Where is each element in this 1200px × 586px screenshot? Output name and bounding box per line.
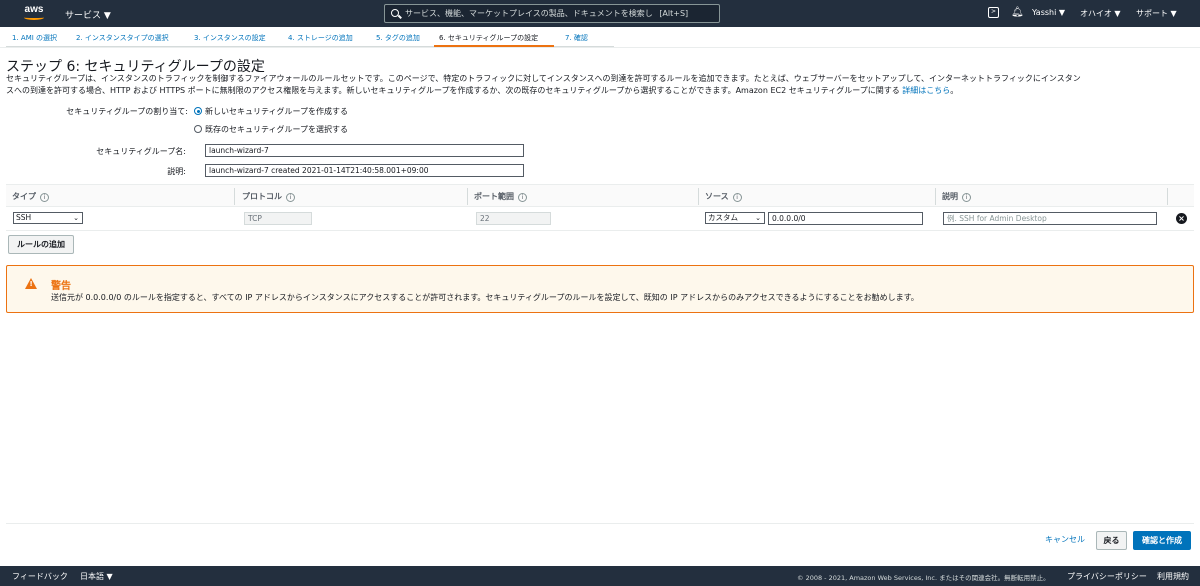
protocol-field: TCP [244,212,312,225]
copyright-text: © 2008 - 2021, Amazon Web Services, Inc.… [797,574,1050,582]
step-1-tab[interactable]: 1. AMI の選択 [12,33,57,43]
feedback-link[interactable]: フィードバック [12,571,68,582]
header-description-label: 説明 [942,192,958,201]
services-menu[interactable]: サービス ▼ [65,8,111,21]
review-and-launch-button[interactable]: 確認と作成 [1133,531,1191,550]
header-type-label: タイプ [12,192,36,201]
search-input[interactable]: サービス、機能、マーケットプレイスの製品、ドキュメントを検索し [Alt+S] [384,4,720,23]
cancel-button[interactable]: キャンセル [1040,531,1090,550]
bell-icon[interactable]: 🔔︎ [1011,7,1024,18]
source-cidr-input[interactable]: 0.0.0.0/0 [768,212,923,225]
search-icon [391,9,399,17]
description-line-2: スへの到達を許可する場合、HTTP および HTTPS ポートに無制限のアクセス… [6,85,1194,97]
header-protocol-label: プロトコル [242,192,282,201]
active-step-indicator [434,45,554,47]
radio-existing-group[interactable]: 既存のセキュリティグループを選択する [194,124,348,135]
group-name-label: セキュリティグループ名: [96,147,186,156]
step-4-tab[interactable]: 4. ストレージの追加 [288,33,353,43]
search-placeholder: サービス、機能、マーケットプレイスの製品、ドキュメントを検索し [405,9,653,18]
column-divider [698,188,699,205]
column-divider [234,188,235,205]
terminal-icon[interactable]: > [988,7,999,18]
step-3-tab[interactable]: 3. インスタンスの設定 [194,33,266,43]
aws-smile-icon [24,15,44,20]
header-protocol[interactable]: プロトコル i [242,191,295,202]
type-select[interactable]: SSH ⌄ [13,212,83,224]
privacy-link[interactable]: プライバシーポリシー [1067,571,1147,582]
chevron-down-icon: ⌄ [755,214,761,222]
aws-logo-text: aws [24,4,44,15]
description-line-2-text: スへの到達を許可する場合、HTTP および HTTPS ポートに無制限のアクセス… [6,86,903,95]
header-port-label: ポート範囲 [474,192,514,201]
column-divider [935,188,936,205]
info-icon[interactable]: i [518,193,527,202]
header-description[interactable]: 説明 i [942,191,971,202]
step-7-tab[interactable]: 7. 確認 [565,33,588,43]
wizard-steps: 1. AMI の選択 2. インスタンスタイプの選択 3. インスタンスの設定 … [0,27,1200,48]
warning-alert: ! 警告 送信元が 0.0.0.0/0 のルールを指定すると、すべての IP ア… [6,265,1194,313]
assign-label: セキュリティグループの割り当て: [66,107,188,116]
learn-more-link[interactable]: 詳細はこちら [902,86,950,95]
warning-title: 警告 [51,281,71,292]
source-type-select[interactable]: カスタム ⌄ [705,212,765,224]
region-menu[interactable]: オハイオ ▼ [1080,8,1121,19]
header-port-range[interactable]: ポート範囲 i [474,191,527,202]
description-end: 。 [950,86,959,95]
port-range-field: 22 [476,212,551,225]
step-6-tab[interactable]: 6. セキュリティグループの設定 [439,33,538,43]
info-icon[interactable]: i [962,193,971,202]
group-desc-label: 説明: [167,167,186,176]
column-divider [1167,188,1168,205]
terms-link[interactable]: 利用規約 [1157,571,1189,582]
description-line-1: セキュリティグループは、インスタンスのトラフィックを制御するファイアウォールのル… [6,74,1081,83]
info-icon[interactable]: i [286,193,295,202]
header-source-label: ソース [705,192,729,201]
type-select-value: SSH [16,213,32,222]
rule-description-input[interactable]: 例. SSH for Admin Desktop [943,212,1157,225]
actions-divider [6,523,1194,524]
warning-icon: ! [25,278,37,289]
info-icon[interactable]: i [40,193,49,202]
step-2-tab[interactable]: 2. インスタンスタイプの選択 [76,33,169,43]
close-icon[interactable]: × [1176,213,1187,224]
search-shortcut: [Alt+S] [659,9,689,18]
page-description: セキュリティグループは、インスタンスのトラフィックを制御するファイアウォールのル… [6,73,1194,97]
add-rule-button[interactable]: ルールの追加 [8,235,74,254]
radio-unchecked-icon[interactable] [194,125,202,133]
group-name-input[interactable]: launch-wizard-7 [205,144,524,157]
warning-text: 送信元が 0.0.0.0/0 のルールを指定すると、すべての IP アドレスから… [51,293,919,302]
header-source[interactable]: ソース i [705,191,742,202]
chevron-down-icon: ⌄ [73,214,79,222]
source-type-value: カスタム [708,213,738,222]
radio-new-group[interactable]: 新しいセキュリティグループを作成する [194,106,348,117]
support-menu[interactable]: サポート ▼ [1136,8,1177,19]
user-menu[interactable]: Yasshi ▼ [1032,8,1065,17]
step-5-tab[interactable]: 5. タグの追加 [376,33,420,43]
aws-logo[interactable]: aws [22,5,46,21]
info-icon[interactable]: i [732,193,742,202]
back-button[interactable]: 戻る [1096,531,1127,550]
header-type[interactable]: タイプ i [12,191,49,202]
language-select[interactable]: 日本語 ▼ [80,571,113,582]
rules-table-header: タイプ i プロトコル i ポート範囲 i ソース i 説明 i [6,184,1194,207]
radio-existing-label: 既存のセキュリティグループを選択する [205,125,349,134]
column-divider [467,188,468,205]
radio-checked-icon[interactable] [194,107,202,115]
radio-new-label: 新しいセキュリティグループを作成する [205,107,349,116]
footer: フィードバック 日本語 ▼ © 2008 - 2021, Amazon Web … [0,566,1200,586]
top-nav-bar: aws サービス ▼ サービス、機能、マーケットプレイスの製品、ドキュメントを検… [0,0,1200,27]
group-desc-input[interactable]: launch-wizard-7 created 2021-01-14T21:40… [205,164,524,177]
